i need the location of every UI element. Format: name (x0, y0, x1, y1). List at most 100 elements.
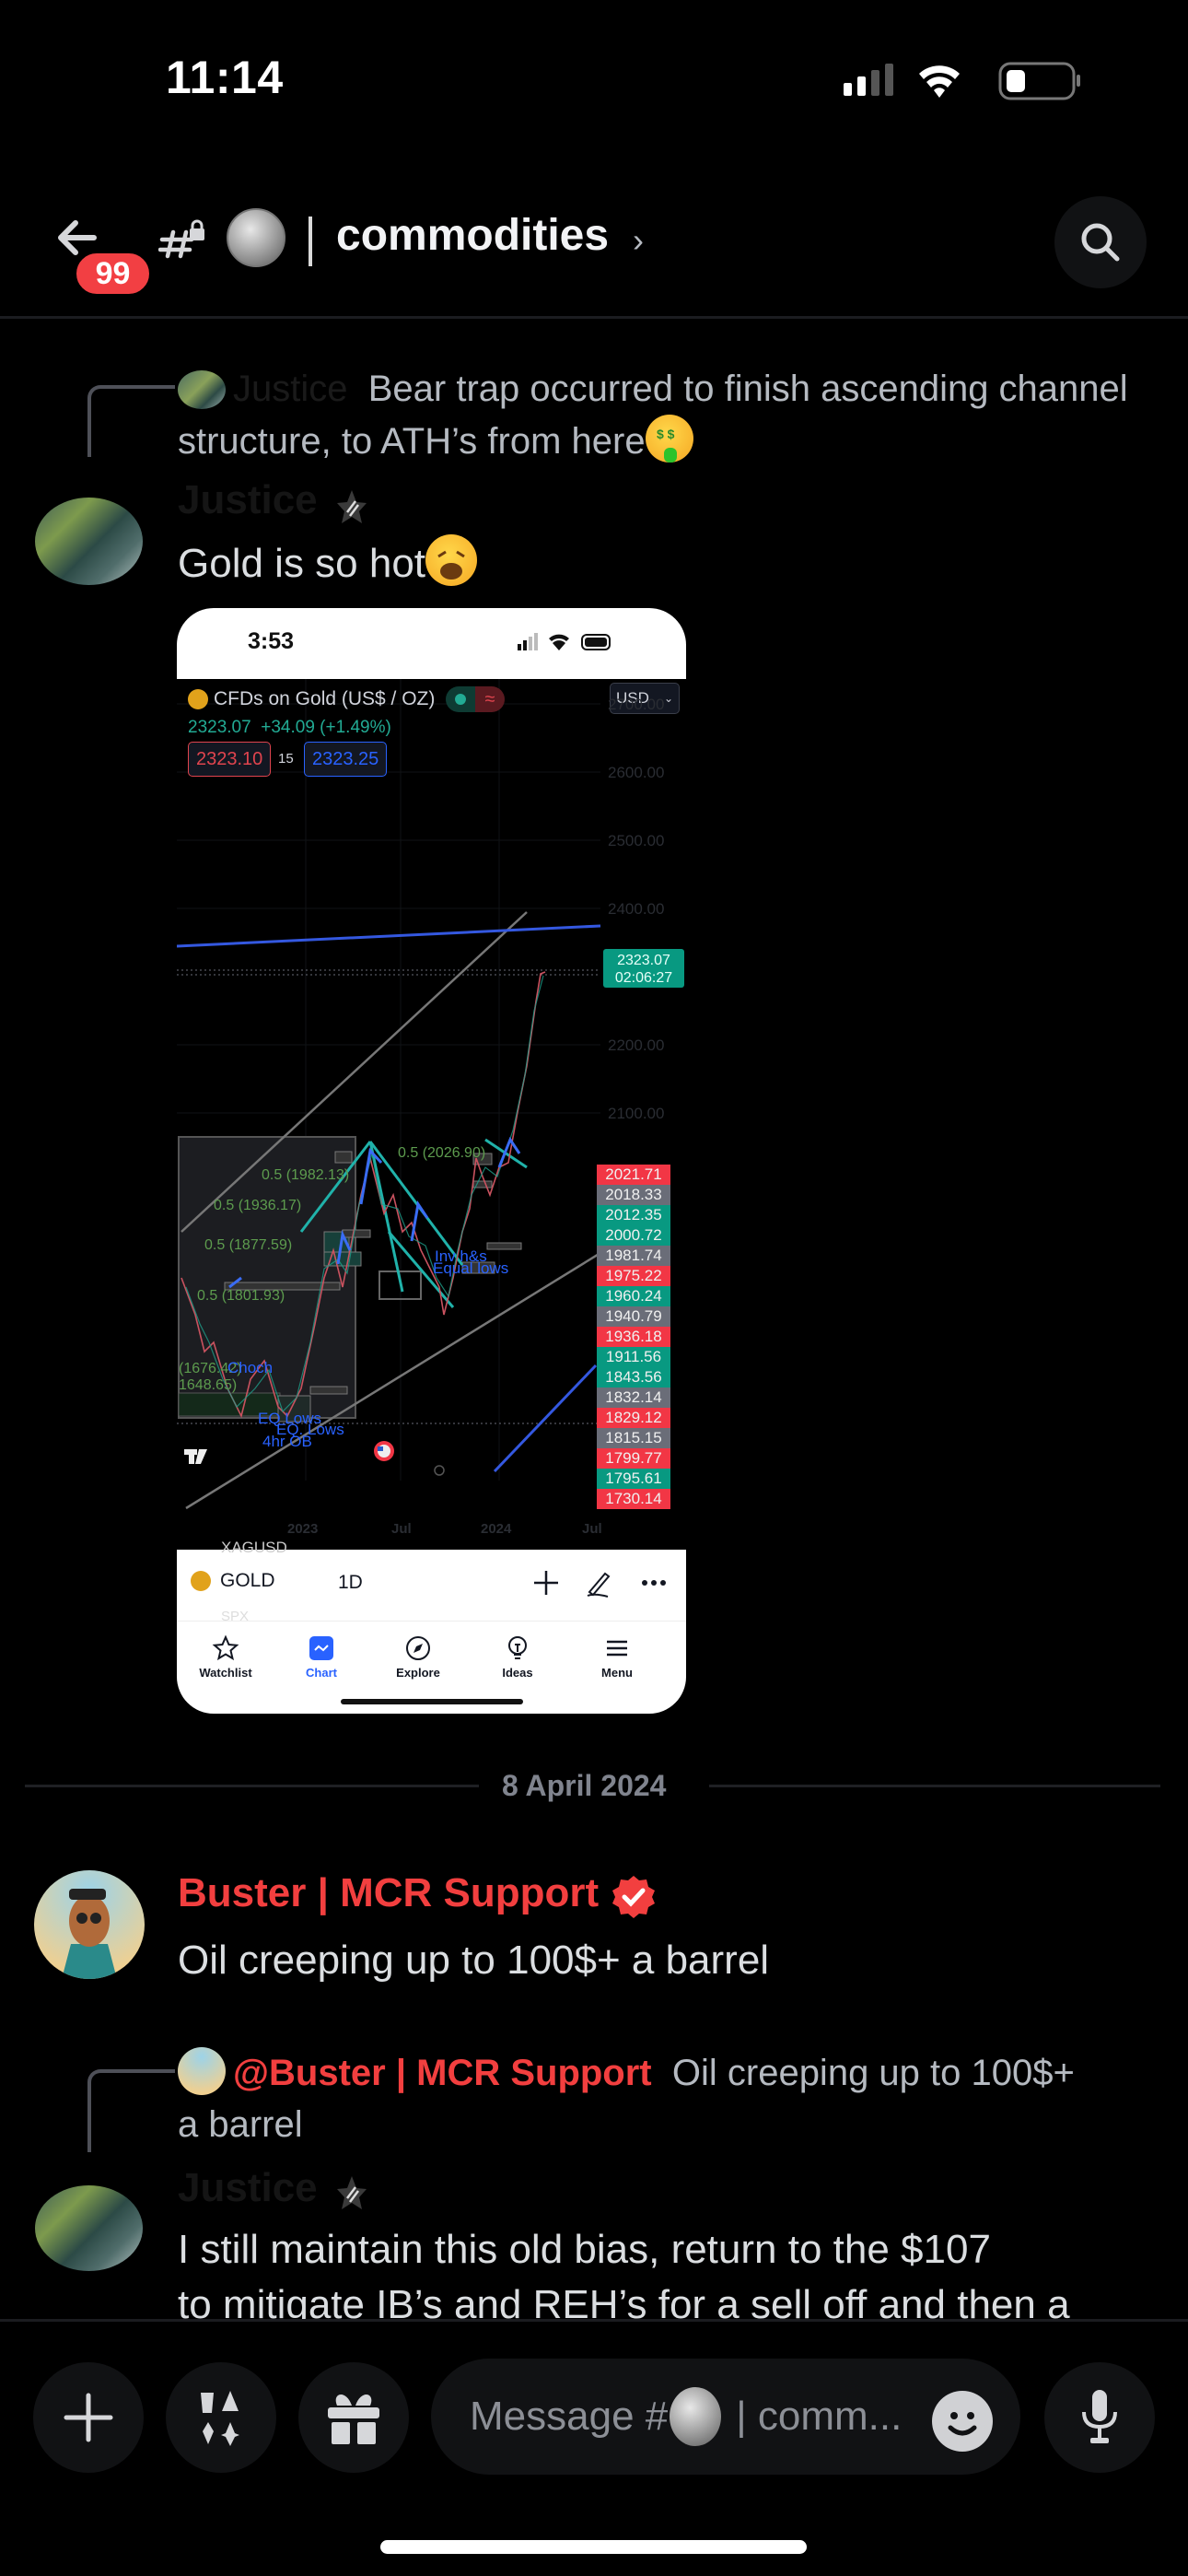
tv-nav-explore[interactable]: Explore (372, 1634, 464, 1680)
reply-author: @Buster | MCR Support (233, 2053, 652, 2093)
chevron-right-icon[interactable]: › (633, 221, 644, 260)
weary-face-emoji (425, 534, 478, 586)
money-mouth-face-emoji: $ $ (645, 415, 693, 463)
tv-nav-chart[interactable]: Chart (275, 1634, 367, 1680)
chevron-down-icon: ⌄ (663, 692, 673, 705)
placeholder-channel: | comm... (736, 2394, 903, 2439)
message-text: Oil creeping up to 100$+ a barrel (178, 1938, 770, 1983)
price-tag-column: 2021.71 2018.33 2012.35 2000.72 1981.74 1975.… (597, 1165, 670, 1509)
username-buster[interactable]: Buster | MCR Support (178, 1870, 599, 1916)
fib-label: 0.5 (2026.90) (398, 1145, 486, 1161)
settings-icon (434, 1465, 445, 1476)
buy-button[interactable]: 2323.25 (304, 742, 388, 777)
ghost-symbol: SPX (221, 1609, 250, 1624)
avatar-justice[interactable] (35, 2185, 143, 2271)
chart-icon (309, 1636, 333, 1660)
interval-selector[interactable]: 1D (338, 1572, 363, 1594)
last-price-tag: 2323.07 02:06:27 (603, 949, 684, 988)
nav-label: Menu (601, 1666, 633, 1680)
fib-label: 0.5 (1936.17) (214, 1198, 302, 1213)
reply-connector (87, 385, 175, 457)
tv-nav-menu[interactable]: Menu (571, 1634, 663, 1680)
date-divider-line (709, 1785, 1160, 1787)
chart-attachment[interactable]: 3:53 CFDs on Gold (US$ / OZ) ≈ USD ⌄ 232… (177, 608, 686, 1714)
spread: 15 (278, 751, 294, 767)
fib-label: 0.5 (1877.59) (204, 1237, 293, 1253)
attachment-time: 3:53 (248, 628, 295, 654)
apps-icon (201, 2391, 239, 2446)
price-tag: 2000.72 (597, 1225, 670, 1246)
symbol-selector[interactable]: GOLD (191, 1570, 275, 1592)
price-tag: 2018.33 (597, 1185, 670, 1205)
instrument-title[interactable]: CFDs on Gold (US$ / OZ) (188, 688, 435, 710)
channel-header: 99 commodities › (0, 184, 1188, 319)
channel-title[interactable]: commodities (336, 210, 609, 261)
market-status-toggle[interactable]: ≈ (446, 686, 505, 712)
fib-label: 0.5 (1982.13) (262, 1167, 350, 1183)
nav-label: Ideas (502, 1666, 533, 1680)
message-line: to mitigate IB’s and REH’s for a sell of… (178, 2282, 1070, 2319)
gold-icon (191, 1571, 211, 1591)
fib-label: 0.5 (1801.93) (197, 1288, 285, 1304)
attachment-status-icons (518, 633, 611, 650)
more-icon[interactable] (637, 1566, 670, 1599)
annotation-4hr-ob: 4hr OB (262, 1433, 312, 1450)
symbol-toolbar: GOLD 1D (177, 1550, 686, 1622)
nav-label: Watchlist (199, 1666, 252, 1680)
nav-label: Chart (306, 1666, 337, 1680)
nav-label: Explore (396, 1666, 440, 1680)
status-icons (844, 62, 1080, 100)
attach-button[interactable] (33, 2362, 144, 2473)
star-icon (212, 1634, 239, 1661)
silver-coin-icon (227, 208, 285, 267)
gift-button[interactable] (298, 2362, 409, 2473)
emoji-button[interactable] (932, 2391, 993, 2452)
price-tag: 1799.77 (597, 1448, 670, 1469)
sell-button[interactable]: 2323.10 (188, 742, 272, 777)
unread-badge: 99 (74, 251, 152, 297)
username-justice[interactable]: Justice (178, 2165, 318, 2211)
plus-icon[interactable] (530, 1566, 563, 1599)
verified-badge-icon (612, 1876, 655, 1918)
apps-button[interactable] (166, 2362, 276, 2473)
reply-preview[interactable]: Justice Bear trap occurred to finish asc… (178, 363, 1172, 467)
tv-nav-ideas[interactable]: Ideas (472, 1634, 564, 1680)
price-tag: 1730.14 (597, 1489, 670, 1509)
home-indicator (380, 2540, 807, 2554)
price-tag: 1795.61 (597, 1469, 670, 1489)
avatar-buster[interactable] (34, 1870, 145, 1979)
svg-text:$ $: $ $ (657, 427, 675, 441)
tv-nav-watchlist[interactable]: Watchlist (180, 1634, 272, 1680)
price-tag: 2012.35 (597, 1205, 670, 1225)
price-tag: 1911.56 (597, 1347, 670, 1367)
header-separator (309, 217, 312, 266)
reply-preview[interactable]: @Buster | MCR Support Oil creeping up to… (178, 2047, 1099, 2150)
instrument-name: CFDs on Gold (US$ / OZ) (214, 688, 436, 709)
search-button[interactable] (1054, 196, 1147, 288)
hash-lock-icon (158, 219, 204, 259)
price-chart[interactable]: CFDs on Gold (US$ / OZ) ≈ USD ⌄ 2323.07 +… (177, 679, 686, 1550)
price-tag: 1843.56 (597, 1367, 670, 1388)
price-tag: 1975.22 (597, 1266, 670, 1286)
x-axis-label: Jul (391, 1521, 412, 1537)
tradingview-logo (184, 1449, 207, 1464)
axis-label: 2500.00 (608, 832, 665, 849)
message-text: I still maintain this old bias, return t… (178, 2222, 1172, 2319)
message-composer: Message # | comm... (0, 2319, 1188, 2576)
emoji-icon (948, 2412, 977, 2436)
pen-icon[interactable] (582, 1566, 615, 1599)
price-tag: 1829.12 (597, 1408, 670, 1428)
avatar-justice[interactable] (35, 498, 143, 585)
price-tag: 1936.18 (597, 1327, 670, 1347)
axis-label: 2400.00 (608, 900, 665, 918)
last-price-tag-value: 2323.07 (617, 953, 670, 968)
annotation-equal-lows: Equal lows (433, 1259, 509, 1277)
role-star-icon (337, 490, 367, 523)
price-change: 2323.07 +34.09 (+1.49%) (188, 718, 391, 738)
x-axis-label: 2024 (481, 1521, 512, 1537)
last-price: 2323.07 (188, 718, 251, 737)
message-line: I still maintain this old bias, return t… (178, 2227, 991, 2272)
username-justice[interactable]: Justice (178, 477, 318, 523)
search-icon (1081, 223, 1120, 262)
voice-button[interactable] (1044, 2362, 1155, 2473)
